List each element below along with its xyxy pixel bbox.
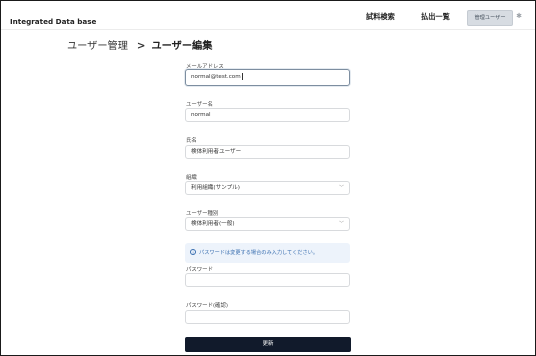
fullname-field[interactable]: 検体利用者ユーザー [185, 145, 350, 159]
chevron-down-icon: ﹀ [338, 185, 344, 191]
fullname-value: 検体利用者ユーザー [191, 149, 242, 155]
password-confirm-label: パスワード(確認) [186, 303, 228, 309]
page-title: ユーザー編集 [151, 41, 213, 52]
password-confirm-field[interactable] [185, 310, 350, 324]
update-button[interactable]: 更新 [185, 337, 351, 352]
password-label: パスワード [186, 267, 213, 273]
password-field[interactable] [185, 273, 350, 287]
breadcrumb: ユーザー管理 > ユーザー編集 [67, 37, 212, 52]
breadcrumb-parent[interactable]: ユーザー管理 [67, 41, 128, 52]
user-type-value: 検体利用者(一般) [191, 221, 235, 227]
password-notice-text: パスワードは変更する場合のみ入力してください。 [199, 250, 319, 256]
nav-sample-search[interactable]: 試料検索 [366, 12, 395, 22]
app-title: Integrated Data base [10, 17, 97, 26]
organization-label: 組織 [186, 175, 197, 181]
nav-checkout-list[interactable]: 払出一覧 [421, 12, 450, 22]
fullname-label: 氏名 [186, 138, 197, 144]
email-field[interactable]: normal@test.com [185, 69, 350, 86]
top-navigation-bar: Integrated Data base 試料検索 払出一覧 管理ユーザー ✱ [1, 1, 535, 30]
organization-select[interactable]: 利用組織(サンプル) ﹀ [185, 181, 350, 195]
chevron-down-icon: ﹀ [338, 221, 344, 227]
app-window: Integrated Data base 試料検索 払出一覧 管理ユーザー ✱ … [0, 0, 536, 356]
username-field[interactable]: normal [185, 108, 350, 122]
text-caret [241, 73, 243, 80]
user-type-label: ユーザー種別 [186, 211, 219, 217]
info-icon: i [190, 249, 196, 255]
password-notice: i パスワードは変更する場合のみ入力してください。 [185, 243, 350, 263]
username-value: normal [191, 112, 211, 118]
gear-icon[interactable]: ✱ [515, 12, 523, 20]
organization-value: 利用組織(サンプル) [191, 185, 240, 191]
chevron-right-icon: > [136, 41, 146, 52]
user-type-select[interactable]: 検体利用者(一般) ﹀ [185, 217, 350, 231]
email-value: normal@test.com [191, 74, 241, 80]
username-label: ユーザー名 [186, 102, 213, 108]
admin-user-button[interactable]: 管理ユーザー [467, 10, 513, 26]
